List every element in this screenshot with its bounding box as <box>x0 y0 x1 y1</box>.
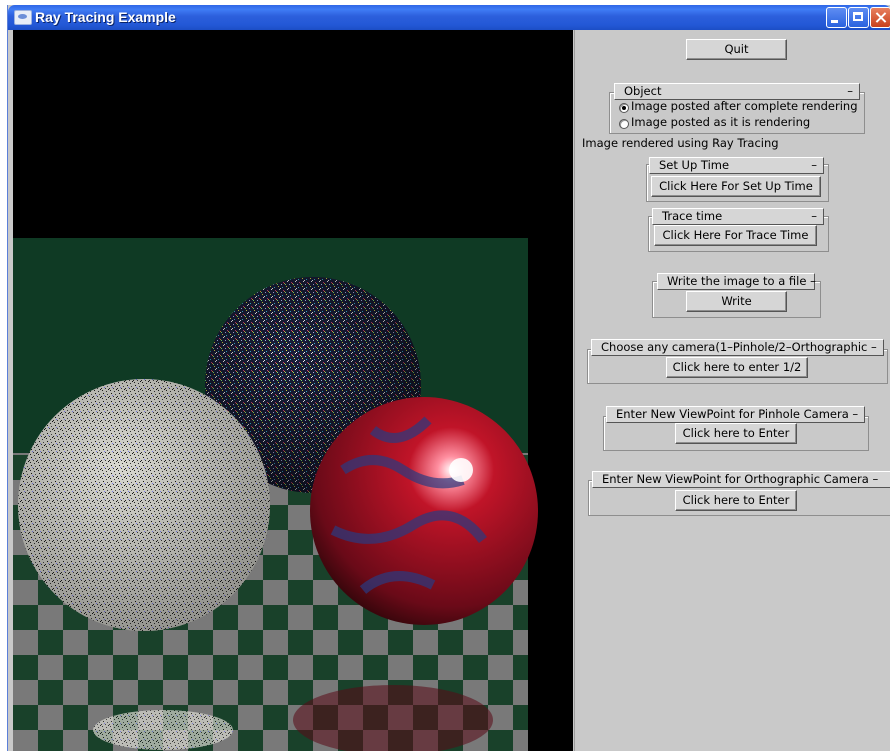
pinhole-enter-button[interactable]: Click here to Enter <box>675 423 797 444</box>
radio-progressive-rendering[interactable] <box>619 119 629 129</box>
quit-button[interactable]: Quit <box>686 39 787 60</box>
status-text: Image rendered using Ray Tracing <box>582 136 779 150</box>
object-group-title: Object <box>624 84 662 98</box>
write-file-title: Write the image to a file – <box>667 274 816 288</box>
pinhole-viewpoint-header[interactable]: Enter New ViewPoint for Pinhole Camera – <box>606 406 865 423</box>
close-button[interactable] <box>870 7 890 28</box>
render-viewport <box>13 30 573 751</box>
camera-choice-button[interactable]: Click here to enter 1/2 <box>666 357 808 378</box>
setup-time-button[interactable]: Click Here For Set Up Time <box>651 176 821 197</box>
object-group-header[interactable]: Object – <box>614 83 860 100</box>
trace-time-header[interactable]: Trace time – <box>652 208 824 225</box>
setup-time-title: Set Up Time <box>659 158 730 172</box>
ortho-enter-button[interactable]: Click here to Enter <box>675 490 797 511</box>
collapse-icon[interactable]: – <box>847 84 853 99</box>
maximize-button[interactable] <box>848 7 869 28</box>
ray-traced-image <box>13 30 573 751</box>
ortho-viewpoint-title: Enter New ViewPoint for Orthographic Cam… <box>602 472 879 486</box>
collapse-icon[interactable]: – <box>811 158 817 173</box>
collapse-icon[interactable]: – <box>811 209 817 224</box>
title-bar[interactable]: Ray Tracing Example <box>8 5 890 30</box>
write-file-header[interactable]: Write the image to a file – <box>657 273 816 290</box>
radio-complete-label: Image posted after complete rendering <box>631 99 858 113</box>
minimize-button[interactable] <box>826 7 847 28</box>
write-button[interactable]: Write <box>686 291 787 312</box>
radio-complete-rendering[interactable] <box>619 103 629 113</box>
control-panel: Quit Object – Image posted after complet… <box>574 30 890 751</box>
trace-time-title: Trace time <box>662 209 723 223</box>
setup-time-header[interactable]: Set Up Time – <box>649 157 824 174</box>
app-window: Ray Tracing Example Quit Object – Image … <box>7 5 890 751</box>
radio-progressive-label: Image posted as it is rendering <box>631 115 811 129</box>
camera-choice-header[interactable]: Choose any camera(1–Pinhole/2–Orthograph… <box>591 339 884 356</box>
trace-time-button[interactable]: Click Here For Trace Time <box>654 225 817 246</box>
camera-choice-title: Choose any camera(1–Pinhole/2–Orthograph… <box>601 340 877 354</box>
app-icon <box>14 10 32 25</box>
ortho-viewpoint-header[interactable]: Enter New ViewPoint for Orthographic Cam… <box>592 471 890 488</box>
window-title: Ray Tracing Example <box>35 9 176 25</box>
pinhole-viewpoint-title: Enter New ViewPoint for Pinhole Camera – <box>616 407 859 421</box>
